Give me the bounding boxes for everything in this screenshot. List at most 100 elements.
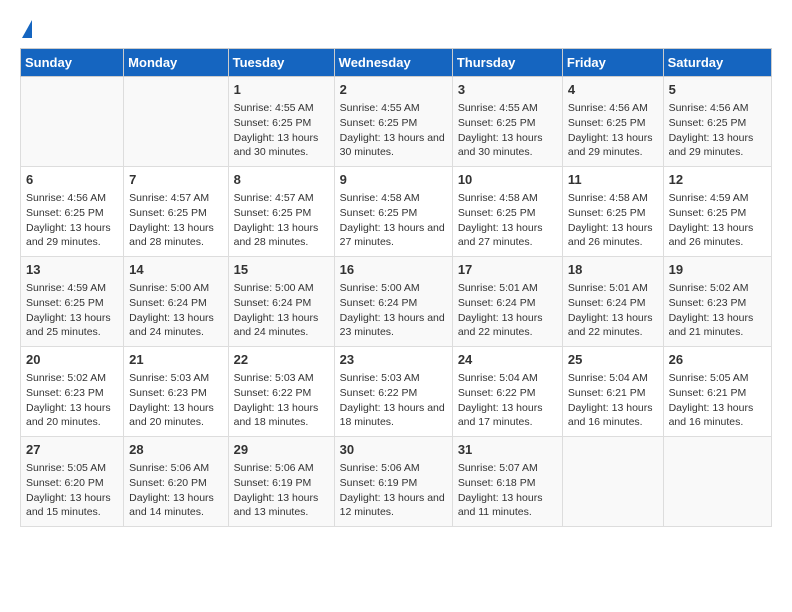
day-info: Sunrise: 5:05 AM Sunset: 6:21 PM Dayligh… (669, 371, 766, 430)
calendar-cell: 24 Sunrise: 5:04 AM Sunset: 6:22 PM Dayli… (452, 347, 562, 437)
day-number: 11 (568, 171, 658, 189)
calendar-cell: 28 Sunrise: 5:06 AM Sunset: 6:20 PM Dayli… (124, 437, 228, 527)
calendar-cell: 25 Sunrise: 5:04 AM Sunset: 6:21 PM Dayli… (562, 347, 663, 437)
header-thursday: Thursday (452, 49, 562, 77)
calendar-cell: 3 Sunrise: 4:55 AM Sunset: 6:25 PM Daylig… (452, 77, 562, 167)
calendar-cell: 1 Sunrise: 4:55 AM Sunset: 6:25 PM Daylig… (228, 77, 334, 167)
calendar-cell: 15Sunrise: 5:00 AM Sunset: 6:24 PM Dayli… (228, 257, 334, 347)
day-number: 10 (458, 171, 557, 189)
day-info: Sunrise: 5:03 AM Sunset: 6:22 PM Dayligh… (340, 371, 447, 430)
day-number: 27 (26, 441, 118, 459)
day-number: 19 (669, 261, 766, 279)
week-row-2: 6 Sunrise: 4:56 AM Sunset: 6:25 PM Daylig… (21, 167, 772, 257)
day-number: 4 (568, 81, 658, 99)
week-row-5: 27 Sunrise: 5:05 AM Sunset: 6:20 PM Dayli… (21, 437, 772, 527)
day-info: Sunrise: 4:59 AM Sunset: 6:25 PM Dayligh… (26, 281, 118, 340)
day-info: Sunrise: 5:02 AM Sunset: 6:23 PM Dayligh… (26, 371, 118, 430)
header-friday: Friday (562, 49, 663, 77)
calendar-header-row: SundayMondayTuesdayWednesdayThursdayFrid… (21, 49, 772, 77)
calendar-cell: 8 Sunrise: 4:57 AM Sunset: 6:25 PM Daylig… (228, 167, 334, 257)
week-row-1: 1 Sunrise: 4:55 AM Sunset: 6:25 PM Daylig… (21, 77, 772, 167)
calendar-cell: 10Sunrise: 4:58 AM Sunset: 6:25 PM Dayli… (452, 167, 562, 257)
calendar-cell: 20Sunrise: 5:02 AM Sunset: 6:23 PM Dayli… (21, 347, 124, 437)
calendar-cell: 13 Sunrise: 4:59 AM Sunset: 6:25 PM Dayli… (21, 257, 124, 347)
day-number: 18 (568, 261, 658, 279)
calendar-cell: 29 Sunrise: 5:06 AM Sunset: 6:19 PM Dayli… (228, 437, 334, 527)
calendar-cell: 16 Sunrise: 5:00 AM Sunset: 6:24 PM Dayli… (334, 257, 452, 347)
day-info: Sunrise: 4:55 AM Sunset: 6:25 PM Dayligh… (458, 101, 557, 160)
day-number: 31 (458, 441, 557, 459)
day-number: 30 (340, 441, 447, 459)
header-sunday: Sunday (21, 49, 124, 77)
header-saturday: Saturday (663, 49, 771, 77)
day-number: 23 (340, 351, 447, 369)
day-info: Sunrise: 5:00 AM Sunset: 6:24 PM Dayligh… (340, 281, 447, 340)
day-number: 21 (129, 351, 222, 369)
calendar-cell: 2 Sunrise: 4:55 AM Sunset: 6:25 PM Daylig… (334, 77, 452, 167)
calendar-cell: 17Sunrise: 5:01 AM Sunset: 6:24 PM Dayli… (452, 257, 562, 347)
day-number: 14 (129, 261, 222, 279)
calendar-table: SundayMondayTuesdayWednesdayThursdayFrid… (20, 48, 772, 527)
calendar-cell: 18 Sunrise: 5:01 AM Sunset: 6:24 PM Dayli… (562, 257, 663, 347)
header-wednesday: Wednesday (334, 49, 452, 77)
day-number: 9 (340, 171, 447, 189)
day-info: Sunrise: 5:07 AM Sunset: 6:18 PM Dayligh… (458, 461, 557, 520)
day-number: 12 (669, 171, 766, 189)
day-number: 28 (129, 441, 222, 459)
header (20, 20, 772, 38)
calendar-cell: 21 Sunrise: 5:03 AM Sunset: 6:23 PM Dayli… (124, 347, 228, 437)
day-info: Sunrise: 5:03 AM Sunset: 6:22 PM Dayligh… (234, 371, 329, 430)
header-tuesday: Tuesday (228, 49, 334, 77)
day-number: 29 (234, 441, 329, 459)
day-info: Sunrise: 5:03 AM Sunset: 6:23 PM Dayligh… (129, 371, 222, 430)
day-info: Sunrise: 4:55 AM Sunset: 6:25 PM Dayligh… (234, 101, 329, 160)
calendar-cell: 7Sunrise: 4:57 AM Sunset: 6:25 PM Daylig… (124, 167, 228, 257)
calendar-cell: 31 Sunrise: 5:07 AM Sunset: 6:18 PM Dayli… (452, 437, 562, 527)
day-info: Sunrise: 5:01 AM Sunset: 6:24 PM Dayligh… (568, 281, 658, 340)
day-number: 24 (458, 351, 557, 369)
calendar-cell: 22 Sunrise: 5:03 AM Sunset: 6:22 PM Dayli… (228, 347, 334, 437)
day-number: 26 (669, 351, 766, 369)
calendar-cell: 11Sunrise: 4:58 AM Sunset: 6:25 PM Dayli… (562, 167, 663, 257)
day-number: 25 (568, 351, 658, 369)
day-number: 5 (669, 81, 766, 99)
week-row-4: 20Sunrise: 5:02 AM Sunset: 6:23 PM Dayli… (21, 347, 772, 437)
calendar-cell: 14 Sunrise: 5:00 AM Sunset: 6:24 PM Dayli… (124, 257, 228, 347)
day-info: Sunrise: 4:58 AM Sunset: 6:25 PM Dayligh… (340, 191, 447, 250)
day-info: Sunrise: 5:06 AM Sunset: 6:20 PM Dayligh… (129, 461, 222, 520)
day-info: Sunrise: 5:04 AM Sunset: 6:22 PM Dayligh… (458, 371, 557, 430)
day-number: 3 (458, 81, 557, 99)
day-info: Sunrise: 5:00 AM Sunset: 6:24 PM Dayligh… (234, 281, 329, 340)
day-info: Sunrise: 4:59 AM Sunset: 6:25 PM Dayligh… (669, 191, 766, 250)
day-number: 1 (234, 81, 329, 99)
day-info: Sunrise: 5:05 AM Sunset: 6:20 PM Dayligh… (26, 461, 118, 520)
day-info: Sunrise: 5:04 AM Sunset: 6:21 PM Dayligh… (568, 371, 658, 430)
header-monday: Monday (124, 49, 228, 77)
day-number: 17 (458, 261, 557, 279)
day-info: Sunrise: 5:02 AM Sunset: 6:23 PM Dayligh… (669, 281, 766, 340)
logo-triangle-icon (22, 20, 32, 38)
calendar-cell: 27 Sunrise: 5:05 AM Sunset: 6:20 PM Dayli… (21, 437, 124, 527)
day-number: 22 (234, 351, 329, 369)
calendar-cell (21, 77, 124, 167)
calendar-cell: 26 Sunrise: 5:05 AM Sunset: 6:21 PM Dayli… (663, 347, 771, 437)
day-info: Sunrise: 5:00 AM Sunset: 6:24 PM Dayligh… (129, 281, 222, 340)
day-info: Sunrise: 4:56 AM Sunset: 6:25 PM Dayligh… (26, 191, 118, 250)
calendar-cell (124, 77, 228, 167)
calendar-cell (562, 437, 663, 527)
calendar-cell: 12 Sunrise: 4:59 AM Sunset: 6:25 PM Dayli… (663, 167, 771, 257)
day-number: 13 (26, 261, 118, 279)
day-number: 2 (340, 81, 447, 99)
calendar-cell: 9 Sunrise: 4:58 AM Sunset: 6:25 PM Daylig… (334, 167, 452, 257)
day-info: Sunrise: 4:56 AM Sunset: 6:25 PM Dayligh… (568, 101, 658, 160)
day-info: Sunrise: 4:56 AM Sunset: 6:25 PM Dayligh… (669, 101, 766, 160)
day-number: 6 (26, 171, 118, 189)
day-info: Sunrise: 5:06 AM Sunset: 6:19 PM Dayligh… (234, 461, 329, 520)
calendar-cell: 5 Sunrise: 4:56 AM Sunset: 6:25 PM Daylig… (663, 77, 771, 167)
day-info: Sunrise: 4:57 AM Sunset: 6:25 PM Dayligh… (234, 191, 329, 250)
day-info: Sunrise: 4:57 AM Sunset: 6:25 PM Dayligh… (129, 191, 222, 250)
day-number: 16 (340, 261, 447, 279)
calendar-cell: 4 Sunrise: 4:56 AM Sunset: 6:25 PM Daylig… (562, 77, 663, 167)
day-info: Sunrise: 4:55 AM Sunset: 6:25 PM Dayligh… (340, 101, 447, 160)
day-number: 8 (234, 171, 329, 189)
